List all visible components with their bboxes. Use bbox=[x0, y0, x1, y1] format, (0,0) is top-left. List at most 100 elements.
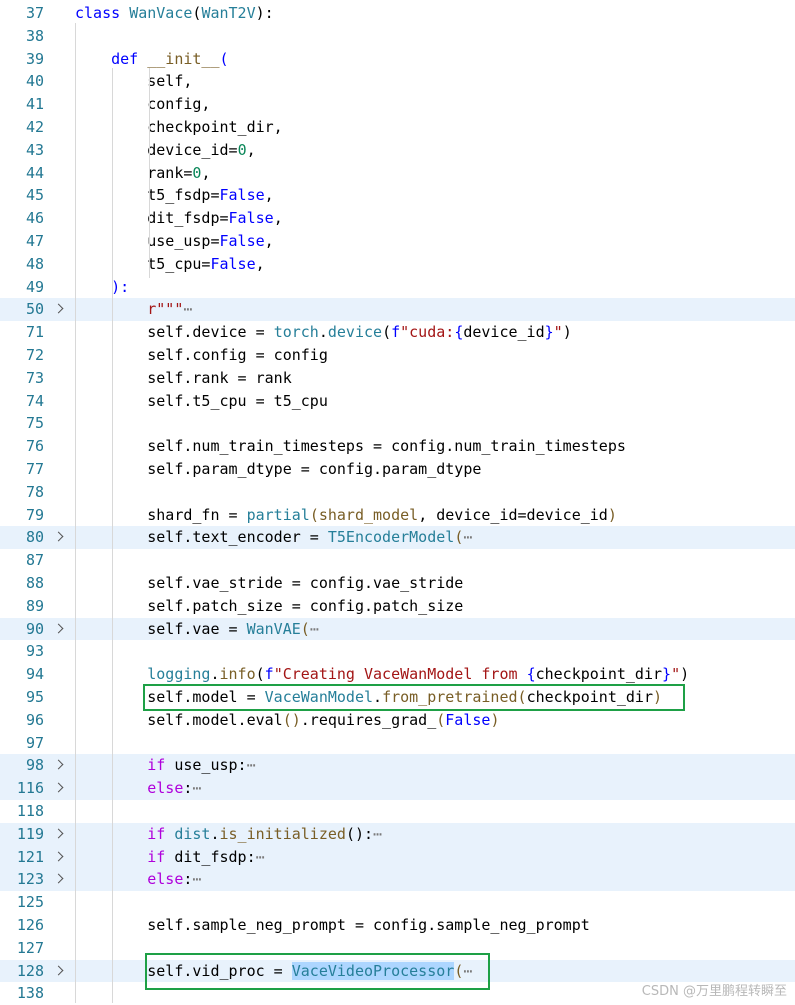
code-line[interactable]: 98 if use_usp:⋯ bbox=[0, 754, 795, 778]
code-token: use_usp: bbox=[165, 756, 247, 775]
code-line[interactable]: 78 bbox=[0, 481, 795, 504]
code-line[interactable]: 123 else:⋯ bbox=[0, 868, 795, 892]
code-line[interactable]: 93 bbox=[0, 640, 795, 663]
code-token: ) bbox=[680, 665, 690, 684]
code-line[interactable]: 75 bbox=[0, 412, 795, 435]
code-token: checkpoint_dir, bbox=[75, 118, 283, 136]
chevron-right-icon[interactable] bbox=[53, 303, 64, 314]
code-line[interactable]: 44 rank=0, bbox=[0, 162, 795, 185]
code-line[interactable]: 38 bbox=[0, 25, 795, 48]
chevron-right-icon[interactable] bbox=[53, 873, 64, 884]
code-line[interactable]: 88 self.vae_stride = config.vae_stride bbox=[0, 572, 795, 595]
chevron-right-icon[interactable] bbox=[53, 782, 64, 793]
code-line[interactable]: 119 if dist.is_initialized():⋯ bbox=[0, 822, 795, 846]
code-line[interactable]: 76 self.num_train_timesteps = config.num… bbox=[0, 435, 795, 458]
code-token: dist bbox=[174, 824, 211, 843]
line-number: 128 bbox=[16, 961, 44, 980]
line-number: 80 bbox=[25, 528, 44, 547]
code-line[interactable]: 45 t5_fsdp=False, bbox=[0, 184, 795, 207]
code-line[interactable]: 96 self.model.eval().requires_grad_(Fals… bbox=[0, 709, 795, 732]
code-token: self, bbox=[75, 72, 193, 91]
folded-ellipsis-icon[interactable]: ⋯ bbox=[192, 870, 201, 888]
code-line[interactable]: 50 r"""⋯ bbox=[0, 298, 795, 322]
code-line[interactable]: 116 else:⋯ bbox=[0, 777, 795, 800]
chevron-right-icon[interactable] bbox=[53, 531, 64, 542]
highlight-box-vid-proc-line bbox=[145, 953, 490, 990]
code-token: { bbox=[526, 665, 536, 684]
chevron-right-icon[interactable] bbox=[53, 851, 64, 862]
code-token: 0 bbox=[237, 140, 247, 159]
code-token: config, bbox=[75, 95, 211, 114]
line-number: 87 bbox=[25, 551, 44, 570]
code-token: device_id bbox=[463, 323, 545, 342]
code-token: self.rank = rank bbox=[75, 368, 292, 387]
code-line[interactable]: 71 self.device = torch.device(f"cuda:{de… bbox=[0, 321, 795, 344]
folded-ellipsis-icon[interactable]: ⋯ bbox=[373, 825, 382, 843]
code-editor[interactable]: 37 class WanVace(WanT2V): 38 39 def __init_… bbox=[0, 0, 795, 1003]
code-line[interactable]: 46 dit_fsdp=False, bbox=[0, 207, 795, 230]
line-number: 71 bbox=[25, 323, 44, 342]
code-text: def __init__( bbox=[75, 48, 228, 71]
code-token: r""" bbox=[75, 300, 184, 319]
code-line[interactable]: 72 self.config = config bbox=[0, 344, 795, 367]
line-number: 39 bbox=[25, 49, 44, 68]
code-line[interactable]: 90 self.vae = WanVAE(⋯ bbox=[0, 617, 795, 641]
code-line[interactable]: 48 t5_cpu=False, bbox=[0, 253, 795, 276]
code-line[interactable]: 74 self.t5_cpu = t5_cpu bbox=[0, 390, 795, 413]
code-line[interactable]: 118 bbox=[0, 800, 795, 823]
chevron-right-icon[interactable] bbox=[53, 759, 64, 770]
code-text: checkpoint_dir, bbox=[75, 116, 283, 139]
code-token: , bbox=[201, 163, 211, 182]
code-line[interactable]: 89 self.patch_size = config.patch_size bbox=[0, 595, 795, 618]
code-token: , bbox=[255, 254, 265, 273]
code-line[interactable]: 40 self, bbox=[0, 70, 795, 93]
highlight-box-model-line bbox=[143, 684, 685, 711]
indent-guide-params bbox=[149, 68, 150, 278]
code-token: False bbox=[219, 232, 265, 250]
code-token: ( bbox=[300, 619, 310, 638]
line-number: 41 bbox=[25, 95, 44, 114]
code-line[interactable]: 121 if dit_fsdp:⋯ bbox=[0, 845, 795, 869]
code-line[interactable]: 87 bbox=[0, 549, 795, 572]
code-line[interactable]: 47 use_usp=False, bbox=[0, 230, 795, 253]
code-token: torch bbox=[273, 323, 319, 342]
code-line[interactable]: 97 bbox=[0, 732, 795, 755]
code-line[interactable]: 77 self.param_dtype = config.param_dtype bbox=[0, 458, 795, 481]
code-line[interactable]: 73 self.rank = rank bbox=[0, 367, 795, 390]
line-number: 97 bbox=[25, 733, 44, 752]
code-line[interactable]: 125 bbox=[0, 891, 795, 914]
code-line[interactable]: 79 shard_fn = partial(shard_model, devic… bbox=[0, 504, 795, 527]
code-token: ( bbox=[382, 323, 392, 342]
folded-ellipsis-icon[interactable]: ⋯ bbox=[256, 848, 265, 866]
code-text: self.model.eval().requires_grad_(False) bbox=[75, 709, 499, 732]
code-token: ( bbox=[255, 665, 265, 684]
folded-ellipsis-icon[interactable]: ⋯ bbox=[463, 528, 472, 546]
code-token: checkpoint_dir bbox=[535, 665, 663, 684]
code-line[interactable]: 39 def __init__( bbox=[0, 48, 795, 71]
code-text: self.text_encoder = T5EncoderModel(⋯ bbox=[75, 526, 472, 549]
code-line[interactable]: 42 checkpoint_dir, bbox=[0, 116, 795, 139]
line-number: 43 bbox=[25, 140, 44, 159]
code-line[interactable]: 37 class WanVace(WanT2V): bbox=[0, 2, 795, 25]
folded-ellipsis-icon[interactable]: ⋯ bbox=[247, 756, 256, 774]
code-token: if bbox=[147, 847, 166, 866]
line-number: 46 bbox=[25, 209, 44, 228]
code-line[interactable]: 43 device_id=0, bbox=[0, 139, 795, 162]
code-line[interactable]: 41 config, bbox=[0, 93, 795, 116]
code-token: dit_fsdp: bbox=[165, 847, 256, 866]
folded-ellipsis-icon[interactable]: ⋯ bbox=[183, 300, 192, 318]
line-number: 73 bbox=[25, 368, 44, 387]
line-number: 72 bbox=[25, 346, 44, 364]
chevron-right-icon[interactable] bbox=[53, 623, 64, 634]
chevron-right-icon[interactable] bbox=[53, 828, 64, 839]
code-text: self.vae_stride = config.vae_stride bbox=[75, 572, 463, 595]
folded-ellipsis-icon[interactable]: ⋯ bbox=[192, 779, 201, 797]
code-line[interactable]: 94 logging.info(f"Creating VaceWanModel … bbox=[0, 663, 795, 686]
folded-ellipsis-icon[interactable]: ⋯ bbox=[310, 620, 319, 638]
chevron-right-icon[interactable] bbox=[53, 965, 64, 976]
code-token: () bbox=[282, 710, 301, 729]
code-line[interactable]: 80 self.text_encoder = T5EncoderModel(⋯ bbox=[0, 526, 795, 550]
code-token: class bbox=[75, 4, 130, 22]
code-line[interactable]: 49 ): bbox=[0, 276, 795, 299]
code-line[interactable]: 126 self.sample_neg_prompt = config.samp… bbox=[0, 914, 795, 937]
